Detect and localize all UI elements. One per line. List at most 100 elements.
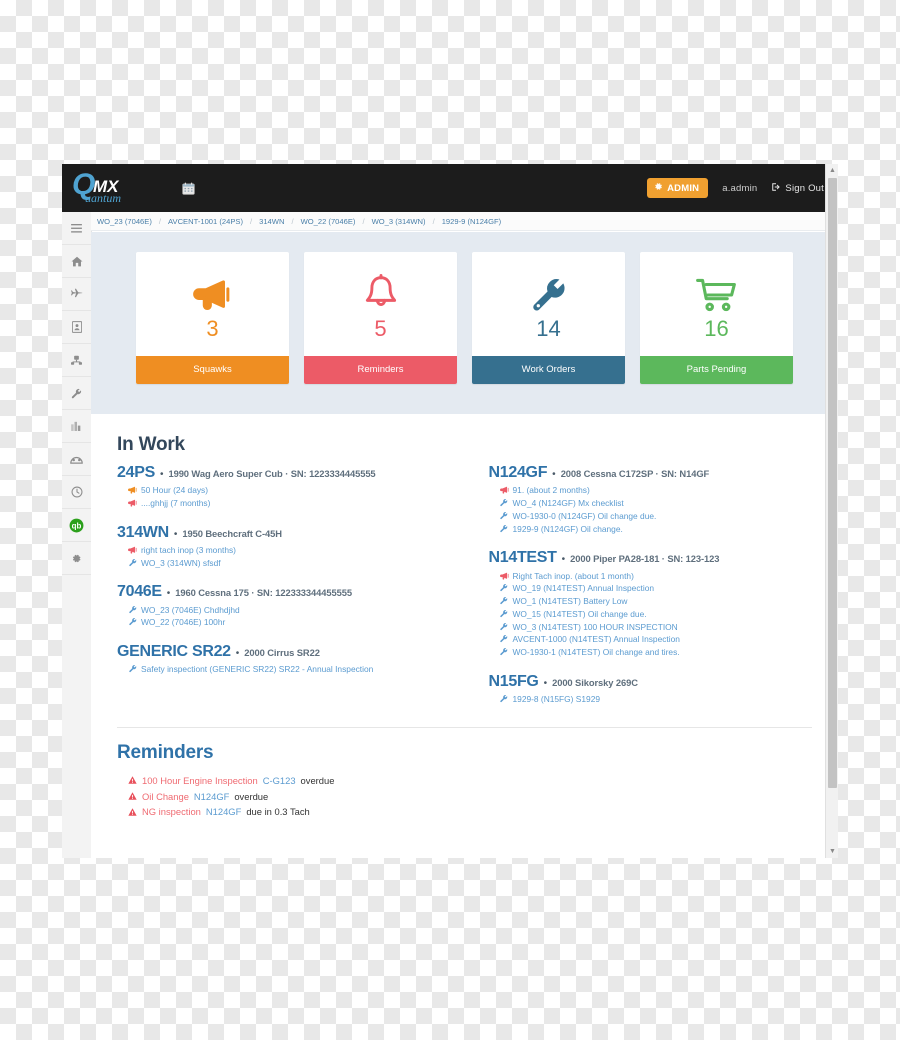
- sidebar-item-parts[interactable]: [62, 344, 91, 377]
- stat-card-work-orders[interactable]: 14 Work Orders: [472, 252, 625, 384]
- list-item-label: WO-1930-1 (N14TEST) Oil change and tires…: [512, 647, 680, 658]
- list-item[interactable]: WO_15 (N14TEST) Oil change due.: [489, 607, 813, 620]
- list-item-label: WO_3 (314WN) sfsdf: [141, 557, 221, 568]
- list-item[interactable]: right tach inop (3 months): [117, 544, 465, 557]
- separator-dot: •: [552, 469, 556, 480]
- reminder-status: overdue: [300, 774, 335, 786]
- scroll-down-arrow-icon[interactable]: ▼: [826, 845, 838, 858]
- reminder-row[interactable]: Oil Change N124GF overdue: [117, 788, 812, 804]
- aircraft-registration[interactable]: N15FG: [489, 673, 539, 691]
- scroll-up-arrow-icon[interactable]: ▲: [826, 164, 838, 177]
- sidebar-item-home[interactable]: [62, 245, 91, 278]
- list-item[interactable]: WO_19 (N14TEST) Annual Inspection: [489, 582, 813, 595]
- wrench-icon: [128, 618, 137, 627]
- breadcrumb-item[interactable]: WO_3 (314WN): [372, 217, 426, 226]
- sidebar-toggle[interactable]: [62, 212, 91, 245]
- sign-out-button[interactable]: Sign Out: [771, 182, 824, 195]
- calendar-icon[interactable]: [179, 179, 197, 197]
- home-icon: [71, 256, 83, 267]
- scrollbar-thumb[interactable]: [828, 178, 837, 788]
- plane-icon: [70, 288, 83, 300]
- sidebar-item-logbook[interactable]: [62, 311, 91, 344]
- stat-label: Parts Pending: [640, 356, 793, 384]
- aircraft-registration[interactable]: 7046E: [117, 583, 162, 601]
- stat-card-squawks[interactable]: 3 Squawks: [136, 252, 289, 384]
- stat-label: Squawks: [136, 356, 289, 384]
- list-item[interactable]: Right Tach inop. (about 1 month): [489, 569, 813, 582]
- aircraft-registration[interactable]: 314WN: [117, 524, 169, 542]
- sidebar-item-settings[interactable]: [62, 542, 91, 575]
- list-item[interactable]: 1929-9 (N124GF) Oil change.: [489, 522, 813, 535]
- aircraft-header: 24PS • 1990 Wag Aero Super Cub · SN: 122…: [117, 464, 465, 482]
- sidebar-item-reports[interactable]: [62, 410, 91, 443]
- list-item-label: ....ghhjj (7 months): [141, 498, 211, 509]
- breadcrumb-separator: /: [291, 216, 294, 226]
- stat-card-reminders[interactable]: 5 Reminders: [304, 252, 457, 384]
- breadcrumb-item[interactable]: WO_23 (7046E): [97, 217, 152, 226]
- reminder-aircraft-link[interactable]: N124GF: [206, 806, 241, 817]
- reminder-status: due in 0.3 Tach: [246, 806, 310, 818]
- sidebar-item-history[interactable]: [62, 476, 91, 509]
- list-item[interactable]: WO_3 (N14TEST) 100 HOUR INSPECTION: [489, 620, 813, 633]
- wrench-icon: [71, 388, 82, 399]
- list-item[interactable]: WO_22 (7046E) 100hr: [117, 616, 465, 629]
- wrench-icon: [500, 694, 509, 703]
- reminder-task-link[interactable]: Oil Change: [142, 791, 189, 802]
- sidebar-item-maintenance[interactable]: [62, 377, 91, 410]
- parts-icon: [70, 355, 83, 366]
- breadcrumb-item[interactable]: 314WN: [259, 217, 284, 226]
- bell-icon: [304, 252, 457, 316]
- stats-row: 3 Squawks 5 Reminders 14 Work Orders 16 …: [91, 232, 838, 384]
- megaphone-icon: [499, 486, 509, 495]
- reminder-row[interactable]: NG inspection N124GF due in 0.3 Tach: [117, 804, 812, 820]
- list-item[interactable]: 91. (about 2 months): [489, 484, 813, 497]
- admin-button[interactable]: ADMIN: [647, 178, 709, 198]
- quickbooks-icon: qb: [69, 518, 84, 533]
- list-item-label: 1929-9 (N124GF) Oil change.: [512, 523, 623, 534]
- reminders-list: 100 Hour Engine Inspection C-G123 overdu…: [117, 772, 812, 819]
- reminder-task-link[interactable]: 100 Hour Engine Inspection: [142, 775, 258, 786]
- list-item[interactable]: Safety inspectiont (GENERIC SR22) SR22 -…: [117, 663, 465, 676]
- list-item-label: WO_23 (7046E) Chdhdjhd: [141, 604, 240, 615]
- list-item[interactable]: WO-1930-1 (N14TEST) Oil change and tires…: [489, 646, 813, 659]
- aircraft-registration[interactable]: 24PS: [117, 464, 155, 482]
- reminder-aircraft-link[interactable]: N124GF: [194, 791, 229, 802]
- reminder-row[interactable]: 100 Hour Engine Inspection C-G123 overdu…: [117, 772, 812, 788]
- clock-icon: [71, 486, 83, 498]
- list-item[interactable]: 50 Hour (24 days): [117, 484, 465, 497]
- sidebar-item-quickbooks[interactable]: qb: [62, 509, 91, 542]
- aircraft-description: 1950 Beechcraft C-45H: [182, 527, 282, 539]
- warning-triangle-icon: [128, 808, 137, 816]
- list-item-label: 91. (about 2 months): [512, 485, 590, 496]
- list-item-label: WO_19 (N14TEST) Annual Inspection: [512, 583, 655, 594]
- logbook-icon: [71, 321, 82, 333]
- cart-icon: [640, 252, 793, 316]
- list-item[interactable]: AVCENT-1000 (N14TEST) Annual Inspection: [489, 633, 813, 646]
- list-item[interactable]: WO-1930-0 (N124GF) Oil change due.: [489, 510, 813, 523]
- reminders-title: Reminders: [117, 742, 214, 764]
- sidebar-item-dashboard[interactable]: [62, 443, 91, 476]
- list-item[interactable]: WO_4 (N124GF) Mx checklist: [489, 497, 813, 510]
- breadcrumb-item[interactable]: WO_22 (7046E): [301, 217, 356, 226]
- breadcrumb-item[interactable]: 1929-9 (N124GF): [442, 217, 502, 226]
- vertical-scrollbar[interactable]: ▲ ▼: [825, 164, 838, 858]
- reminder-task-link[interactable]: NG inspection: [142, 806, 201, 817]
- qmx-quantum-logo[interactable]: Q MX uantum: [71, 166, 157, 210]
- separator-dot: •: [543, 677, 548, 689]
- list-item[interactable]: 1929-8 (N15FG) S1929: [489, 693, 813, 706]
- list-item[interactable]: ....ghhjj (7 months): [117, 497, 465, 510]
- wrench-icon: [500, 648, 509, 657]
- breadcrumb-item[interactable]: AVCENT-1001 (24PS): [168, 217, 243, 226]
- list-item[interactable]: WO_23 (7046E) Chdhdjhd: [117, 603, 465, 616]
- aircraft-registration[interactable]: N124GF: [489, 464, 548, 482]
- list-item[interactable]: WO_1 (N14TEST) Battery Low: [489, 595, 813, 608]
- svg-text:uantum: uantum: [85, 191, 121, 205]
- aircraft-registration[interactable]: N14TEST: [489, 549, 557, 567]
- sidebar-item-aircraft[interactable]: [62, 278, 91, 311]
- reminder-aircraft-link[interactable]: C-G123: [263, 775, 296, 786]
- aircraft-header: N14TEST • 2000 Piper PA28-181 · SN: 123-…: [489, 549, 813, 567]
- aircraft-registration[interactable]: GENERIC SR22: [117, 643, 231, 661]
- list-item[interactable]: WO_3 (314WN) sfsdf: [117, 556, 465, 569]
- aircraft-description: 1990 Wag Aero Super Cub · SN: 1223334445…: [168, 468, 376, 479]
- stat-card-parts-pending[interactable]: 16 Parts Pending: [640, 252, 793, 384]
